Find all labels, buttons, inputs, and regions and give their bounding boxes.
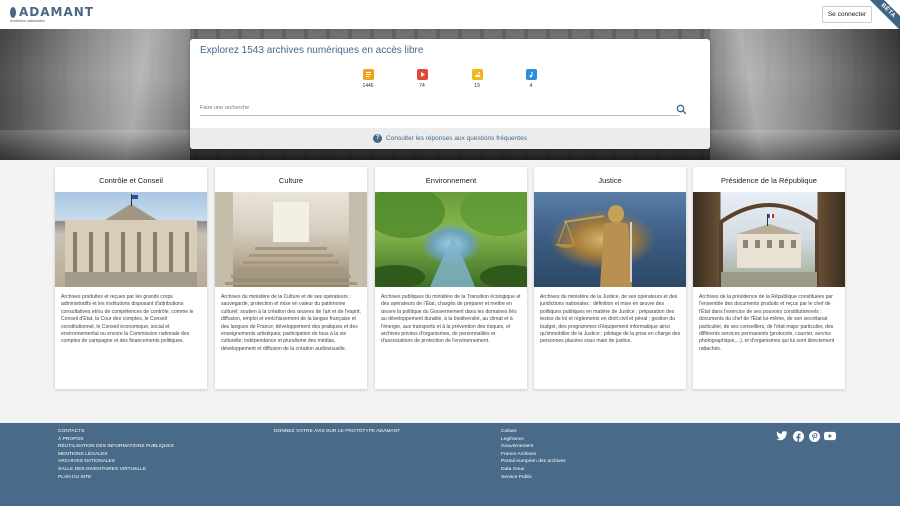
card-image (534, 192, 686, 287)
site-logo[interactable]: ADAMANT Archives nationales (10, 6, 94, 24)
stat-count: 4 (529, 83, 533, 89)
card-title: Justice (598, 176, 622, 185)
social-links (776, 430, 836, 442)
stat-videos[interactable]: 74 (408, 69, 436, 89)
footer-link-france-archives[interactable]: France Archives (501, 451, 566, 459)
footer-link-european-portal[interactable]: Portail européen des archives (501, 458, 566, 466)
card-title: Contrôle et Conseil (99, 176, 163, 185)
category-card-environnement[interactable]: Environnement Archives publiques du mini… (375, 167, 527, 389)
category-card-culture[interactable]: Culture Archives du ministère de la Cult… (215, 167, 367, 389)
pinterest-icon[interactable] (808, 430, 820, 442)
site-header: ADAMANT Archives nationales Se connecter… (0, 0, 900, 33)
category-card-controle[interactable]: Contrôle et Conseil Archives produites e… (55, 167, 207, 389)
logo-subtitle: Archives nationales (10, 18, 45, 23)
site-footer: CONTACTS À PROPOS RÉUTILISATION DES INFO… (0, 423, 900, 506)
document-icon (362, 69, 374, 80)
footer-link-legal[interactable]: MENTIONS LÉGALES (58, 451, 174, 459)
footer-links-main: CONTACTS À PROPOS RÉUTILISATION DES INFO… (58, 428, 174, 481)
footer-link-service-public[interactable]: Service Public (501, 474, 566, 482)
footer-link-legifrance[interactable]: Legifrance (501, 436, 566, 444)
stat-images[interactable]: 19 (463, 69, 491, 89)
card-image (215, 192, 367, 287)
stat-documents[interactable]: 1446 (354, 69, 382, 89)
search-title: Explorez 1543 archives numériques en acc… (200, 45, 424, 56)
footer-link-contacts[interactable]: CONTACTS (58, 428, 174, 436)
stat-count: 74 (419, 83, 425, 89)
search-input[interactable] (200, 101, 680, 116)
footer-link-data-gouv[interactable]: Data Gouv (501, 466, 566, 474)
question-icon: ? (373, 134, 383, 143)
footer-links-partners: Culture Legifrance Gouvernement France A… (501, 428, 566, 481)
card-description: Archives du ministère de la Culture et d… (221, 294, 361, 352)
logo-text: ADAMANT (19, 5, 94, 19)
stat-count: 19 (474, 83, 480, 89)
footer-link-virtual-inventory[interactable]: SALLE DES INVENTAIRES VIRTUELLE (58, 466, 174, 474)
stat-count: 1446 (362, 83, 374, 89)
faq-bar[interactable]: ? Consulter les réponses aux questions f… (190, 128, 710, 149)
card-title: Environnement (425, 176, 477, 185)
card-title: Culture (278, 176, 304, 185)
faq-link[interactable]: Consulter les réponses aux questions fré… (386, 135, 527, 142)
footer-feedback: DONNEZ VOTRE AVIS SUR LE PROTOTYPE ADAMA… (274, 428, 400, 436)
footer-link-archives-nationales[interactable]: ARCHIVES NATIONALES (58, 458, 174, 466)
footer-link-reuse[interactable]: RÉUTILISATION DES INFORMATIONS PUBLIQUES (58, 443, 174, 451)
footer-link-gouvernement[interactable]: Gouvernement (501, 443, 566, 451)
logo-seal-icon (10, 6, 16, 18)
footer-link-feedback[interactable]: DONNEZ VOTRE AVIS SUR LE PROTOTYPE ADAMA… (274, 428, 400, 436)
footer-link-culture[interactable]: Culture (501, 428, 566, 436)
login-button[interactable]: Se connecter (822, 6, 872, 23)
category-card-justice[interactable]: Justice Archives du ministère de la Just… (534, 167, 686, 389)
footer-link-sitemap[interactable]: PLAN DU SITE (58, 474, 174, 482)
video-icon (416, 69, 428, 80)
facebook-icon[interactable] (792, 430, 804, 442)
footer-link-about[interactable]: À PROPOS (58, 436, 174, 444)
search-panel: Explorez 1543 archives numériques en acc… (190, 39, 710, 149)
category-card-presidence[interactable]: Présidence de la République Archives de … (693, 167, 845, 389)
card-image (55, 192, 207, 287)
stat-audio[interactable]: 4 (517, 69, 545, 89)
image-icon (471, 69, 483, 80)
card-description: Archives publiques du ministère de la Tr… (381, 294, 521, 345)
card-description: Archives produites et reçues par les gra… (61, 294, 194, 345)
youtube-icon[interactable] (824, 430, 836, 442)
card-description: Archives de la présidence de la Républiq… (699, 294, 835, 352)
twitter-icon[interactable] (776, 430, 788, 442)
audio-icon (525, 69, 537, 80)
card-image (375, 192, 527, 287)
card-image (693, 192, 845, 287)
search-icon[interactable] (676, 102, 687, 115)
card-description: Archives du ministère de la Justice, de … (540, 294, 681, 345)
card-title: Présidence de la République (721, 176, 817, 185)
logo-mark: ADAMANT (10, 6, 94, 18)
